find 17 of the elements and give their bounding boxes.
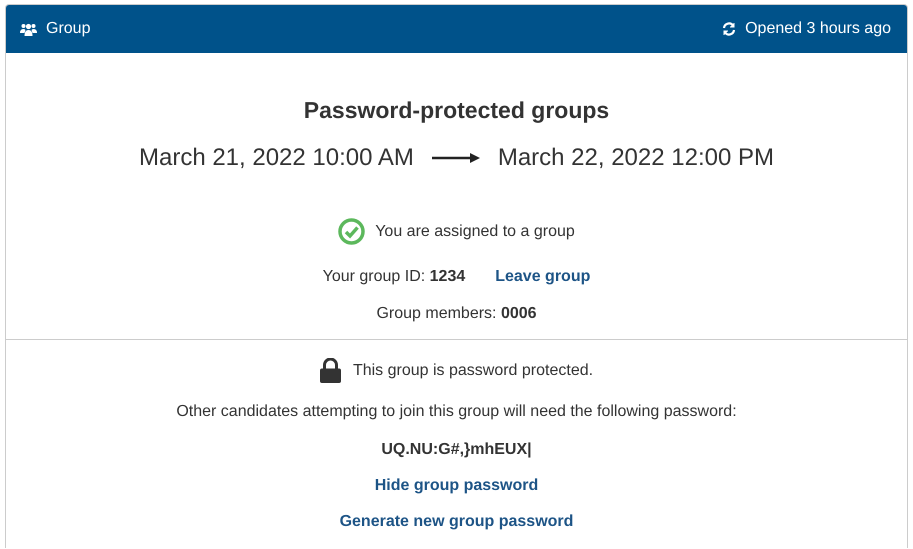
refresh-icon: [722, 22, 736, 36]
leave-group-link[interactable]: Leave group: [495, 268, 590, 286]
opened-time: Opened 3 hours ago: [745, 20, 891, 38]
end-date: March 22, 2022 12:00 PM: [498, 144, 774, 172]
group-password: UQ.NU:G#,}mhEUX|: [381, 441, 532, 459]
password-instructions: Other candidates attempting to join this group will need the following password:: [176, 403, 737, 421]
group-id: Your group ID: 1234: [322, 268, 466, 286]
start-date: March 21, 2022 10:00 AM: [138, 144, 414, 172]
arrow-icon: [432, 153, 480, 163]
protection-status: This group is password protected.: [352, 362, 594, 380]
header-title: Group: [46, 20, 90, 38]
group-members: Group members: 0006: [376, 305, 537, 323]
generate-password-link[interactable]: Generate new group password: [340, 513, 574, 531]
page-title: Password-protected groups: [302, 97, 610, 124]
assignment-status: You are assigned to a group: [375, 222, 575, 240]
hide-password-link[interactable]: Hide group password: [374, 477, 538, 495]
users-icon: [20, 22, 37, 36]
